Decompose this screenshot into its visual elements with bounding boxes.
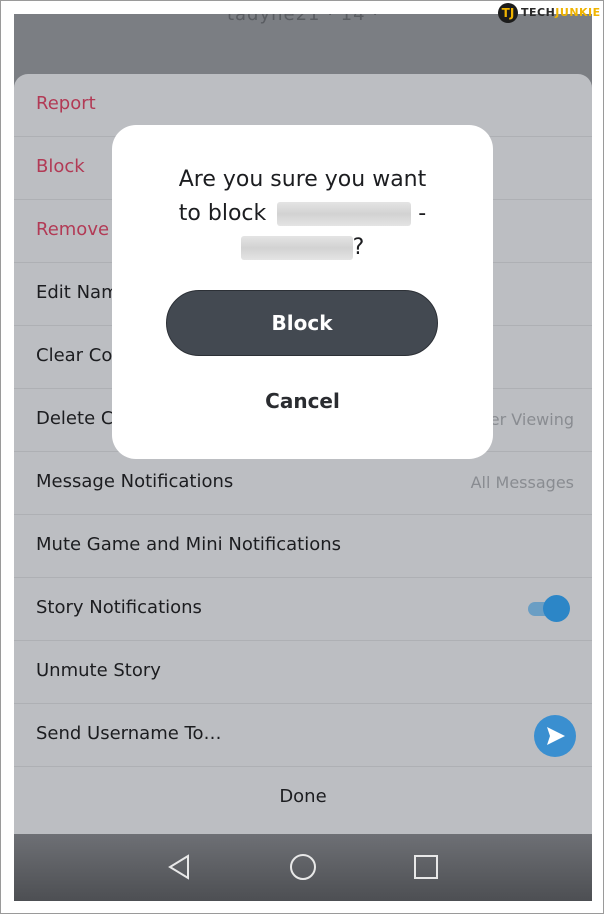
redacted-username <box>277 202 412 226</box>
menu-item-label: Report <box>36 93 96 114</box>
cancel-button[interactable]: Cancel <box>112 389 493 413</box>
dialog-message-line1: Are you sure you want <box>178 167 427 192</box>
menu-item-story-notifications[interactable]: Story Notifications <box>14 578 592 641</box>
android-nav-bar <box>14 834 592 901</box>
dialog-message-prefix: to block <box>178 201 267 226</box>
story-notifications-toggle[interactable] <box>528 595 570 623</box>
menu-item-value: er Viewing <box>489 410 574 429</box>
phone-screen: tadyne21 · 14 · Report Block Remove Edit… <box>14 14 592 901</box>
watermark-prefix: TECH <box>521 6 556 19</box>
top-bar: tadyne21 · 14 · <box>14 14 592 74</box>
menu-item-label: Remove <box>36 219 110 240</box>
menu-item-label: Story Notifications <box>36 597 202 618</box>
menu-item-label: Block <box>36 156 85 177</box>
circle-home-icon[interactable] <box>289 854 317 882</box>
screenshot-frame: tadyne21 · 14 · Report Block Remove Edit… <box>0 0 604 914</box>
toggle-knob <box>543 595 570 622</box>
dialog-message-line2: to block - <box>112 201 493 226</box>
menu-item-label: Message Notifications <box>36 471 234 492</box>
techjunkie-watermark: TJ TECHJUNKIE <box>498 3 601 23</box>
watermark-text: TECHJUNKIE <box>521 6 601 19</box>
watermark-suffix: JUNKIE <box>555 6 601 19</box>
dialog-message-line3: ? <box>112 235 493 260</box>
dialog-question-mark: ? <box>352 235 365 260</box>
menu-item-send-username[interactable]: Send Username To… <box>14 704 592 767</box>
redacted-username-continued <box>240 236 353 260</box>
triangle-back-icon[interactable] <box>166 854 192 880</box>
menu-item-label: Mute Game and Mini Notifications <box>36 534 342 555</box>
menu-item-mute-game-notifications[interactable]: Mute Game and Mini Notifications <box>14 515 592 578</box>
techjunkie-logo-icon: TJ <box>498 3 518 23</box>
done-button[interactable]: Done <box>14 786 592 807</box>
dialog-message-dash: - <box>418 201 427 226</box>
menu-item-label: Delete C <box>36 408 114 429</box>
square-recents-icon[interactable] <box>413 854 439 880</box>
menu-item-unmute-story[interactable]: Unmute Story <box>14 641 592 704</box>
menu-item-label: Edit Nam <box>36 282 119 303</box>
block-confirm-button[interactable]: Block <box>166 290 438 356</box>
menu-item-label: Clear Co <box>36 345 113 366</box>
menu-item-label: Send Username To… <box>36 723 222 744</box>
block-confirm-dialog: Are you sure you want to block - ? Block… <box>112 125 493 459</box>
menu-item-value: All Messages <box>470 473 574 492</box>
send-arrow-icon[interactable] <box>534 715 576 757</box>
menu-item-message-notifications[interactable]: Message Notifications All Messages <box>14 452 592 515</box>
menu-item-label: Unmute Story <box>36 660 161 681</box>
